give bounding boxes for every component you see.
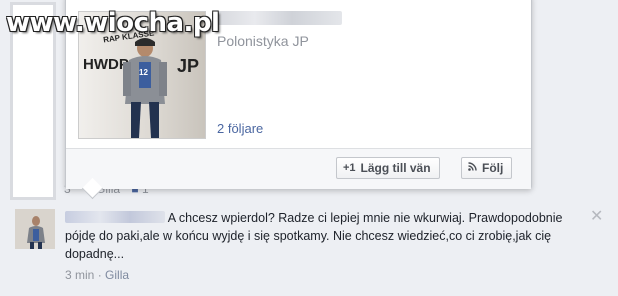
rss-icon <box>468 162 477 174</box>
follow-label: Följ <box>482 161 504 175</box>
close-icon[interactable]: ✕ <box>590 206 603 225</box>
like-link[interactable]: Gilla <box>105 268 129 282</box>
follow-button[interactable]: Följ <box>461 157 513 179</box>
comment-time[interactable]: 3 min <box>65 268 94 282</box>
comment-author-blurred[interactable] <box>65 211 165 223</box>
followers-count[interactable]: 2 följare <box>217 121 263 136</box>
profile-name-blurred[interactable] <box>217 11 342 25</box>
site-watermark: www.wiocha.pl <box>6 8 220 38</box>
profile-subtitle[interactable]: Polonistyka JP <box>217 33 309 49</box>
add-friend-button[interactable]: +1 Lägg till vän <box>336 157 440 179</box>
shirt-number: 12 <box>139 68 148 77</box>
facebook-comment-screenshot: www.wiocha.pl 3 Gilla ■ 1 RAP KLASSE HWD… <box>0 0 618 296</box>
comment-text-block: A chcesz wpierdol? Radze ci lepiej mnie … <box>65 209 585 263</box>
comment-meta: 3 min · Gilla <box>65 268 129 282</box>
meta-separator: · <box>97 268 102 282</box>
avatar-image <box>15 209 55 249</box>
add-friend-icon: +1 <box>343 162 356 174</box>
hovercard-footer: +1 Lägg till vän Följ <box>66 148 531 189</box>
comment-avatar[interactable] <box>15 209 55 249</box>
add-friend-label: Lägg till vän <box>360 161 431 175</box>
